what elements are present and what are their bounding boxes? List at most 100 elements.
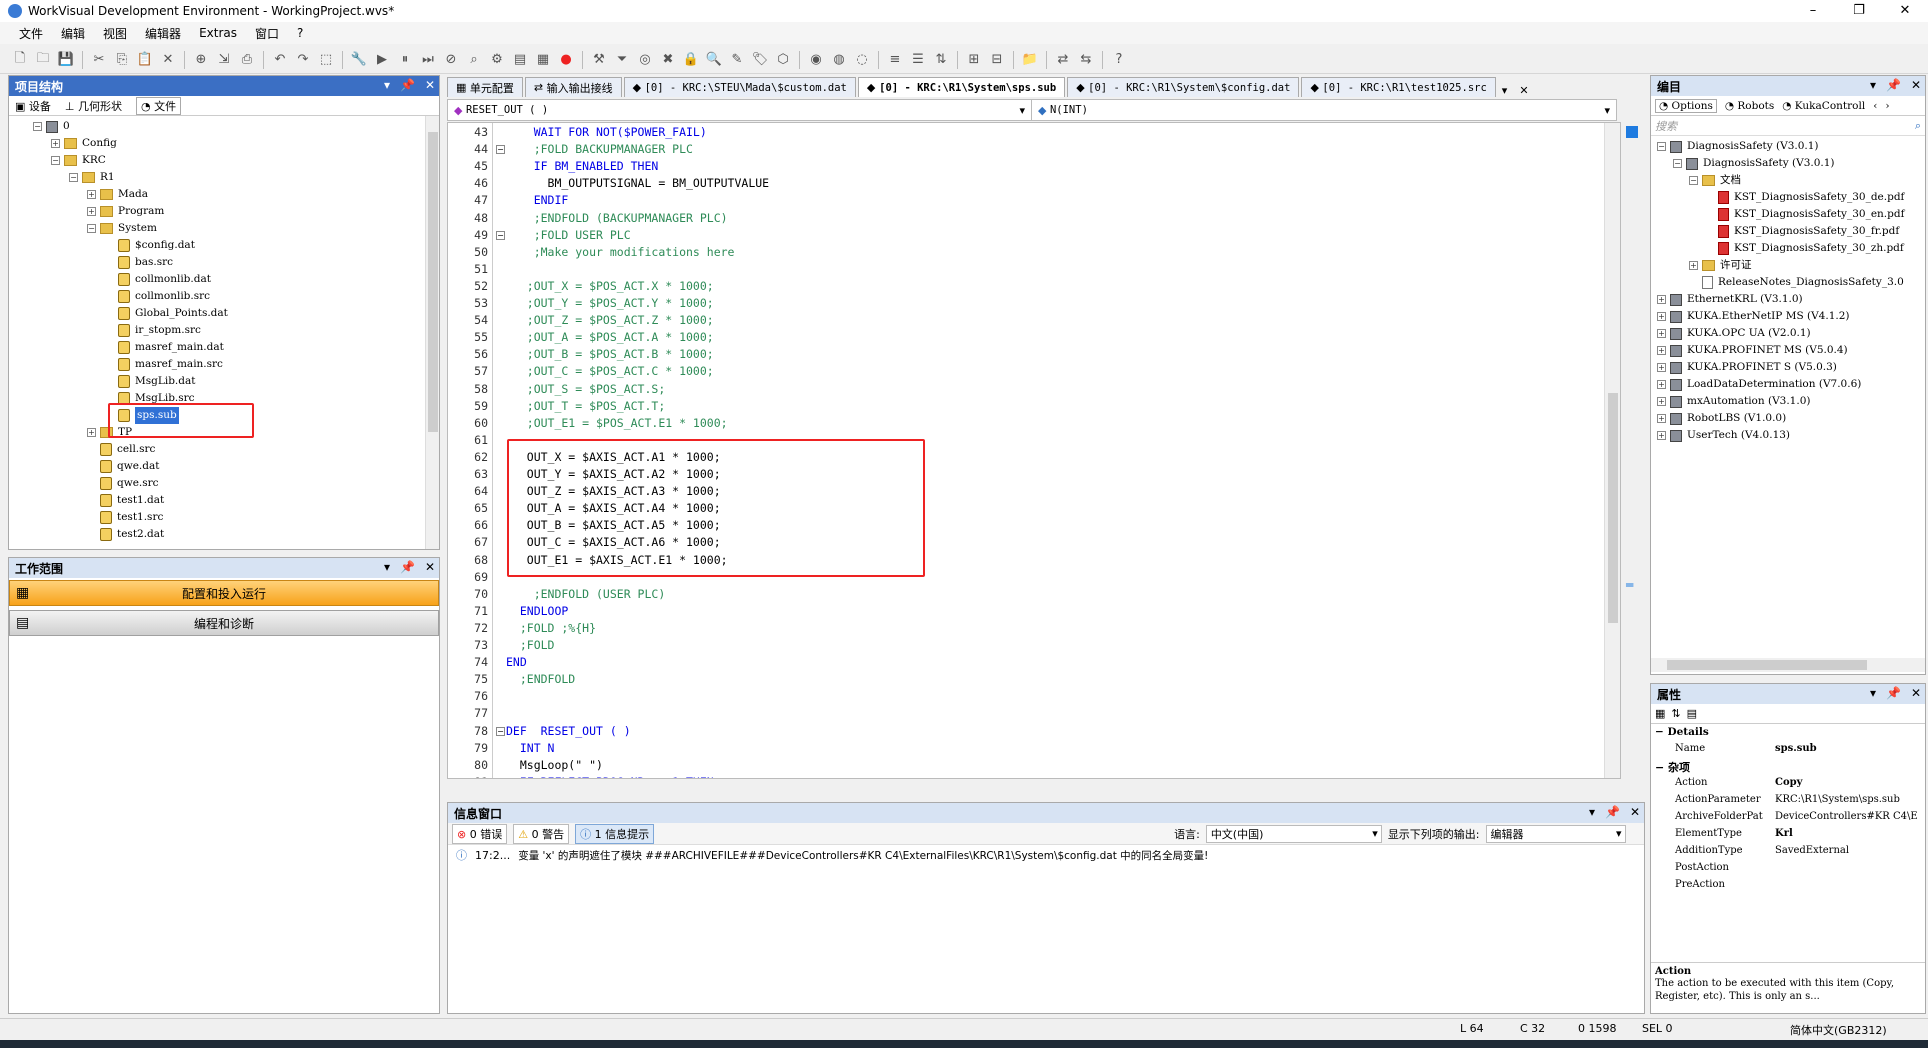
menu-file[interactable]: 文件 xyxy=(19,25,43,42)
tab-kukacontrol[interactable]: ◔ KukaControll xyxy=(1782,100,1865,112)
tab-io-wiring[interactable]: ⇄ 输入输出接线 xyxy=(524,77,622,97)
tab-devices[interactable]: ▣ 设备 xyxy=(15,98,51,114)
catalog-item[interactable]: + KUKA.PROFINET S (V5.0.3) xyxy=(1657,359,1837,376)
expand-icon[interactable]: + xyxy=(1657,397,1666,406)
expand-icon[interactable]: + xyxy=(1657,431,1666,440)
project-icon[interactable]: 📁 xyxy=(1020,50,1040,70)
lock-icon[interactable]: 🔒 xyxy=(681,50,701,70)
collapse-icon[interactable]: − xyxy=(1689,176,1698,185)
dropdown-icon[interactable]: ▾ xyxy=(384,78,390,92)
tree-item[interactable]: bas.src xyxy=(105,254,173,271)
catalog-item[interactable]: − DiagnosisSafety (V3.0.1) xyxy=(1673,155,1835,172)
tree-item[interactable]: − System xyxy=(87,220,157,237)
alphabetical-icon[interactable]: ⇅ xyxy=(1671,707,1680,720)
expand-icon[interactable]: + xyxy=(1657,414,1666,423)
tree-item[interactable]: $config.dat xyxy=(105,237,195,254)
tab-list-icon[interactable]: ▾ xyxy=(1502,84,1508,97)
pin-icon[interactable]: 📌 xyxy=(400,560,415,574)
prop-value[interactable]: DeviceControllers#KR C4\E xyxy=(1775,811,1923,822)
menu-view[interactable]: 视图 xyxy=(103,25,127,42)
record-icon[interactable]: ● xyxy=(556,50,576,70)
tree-item[interactable]: + Config xyxy=(51,135,117,152)
collapse-icon[interactable]: − xyxy=(1673,159,1682,168)
catalog-item[interactable]: + KUKA.OPC UA (V2.0.1) xyxy=(1657,325,1811,342)
pause-icon[interactable]: ⏸ xyxy=(395,50,415,70)
pin-icon[interactable]: 📌 xyxy=(1886,78,1901,92)
save-icon[interactable]: 💾 xyxy=(56,50,76,70)
categorized-icon[interactable]: ▦ xyxy=(1655,707,1665,720)
tab-options[interactable]: ◔ Options xyxy=(1655,98,1717,113)
doc-edit-icon[interactable]: ▦ xyxy=(533,50,553,70)
import-icon[interactable]: ⇲ xyxy=(214,50,234,70)
dropdown-icon[interactable]: ▾ xyxy=(1870,686,1876,700)
catalog-item[interactable]: KST_DiagnosisSafety_30_en.pdf xyxy=(1705,206,1904,223)
catalog-item[interactable]: + mxAutomation (V3.1.0) xyxy=(1657,393,1810,410)
menu-editor[interactable]: 编辑器 xyxy=(145,25,181,42)
tab-close-icon[interactable]: ✕ xyxy=(1519,84,1528,97)
prop-value[interactable]: SavedExternal xyxy=(1775,845,1923,856)
tree-item[interactable]: qwe.dat xyxy=(87,458,159,475)
catalog-item[interactable]: + RobotLBS (V1.0.0) xyxy=(1657,410,1786,427)
close-icon[interactable]: ✕ xyxy=(1911,78,1921,92)
tree-item[interactable]: − R1 xyxy=(69,169,115,186)
tab-config-dat[interactable]: ◆ [0] - KRC:\R1\System\$config.dat xyxy=(1067,77,1300,97)
circle1-icon[interactable]: ◉ xyxy=(806,50,826,70)
dropdown-icon[interactable]: ▾ xyxy=(384,560,390,574)
menu-extras[interactable]: Extras xyxy=(199,26,237,40)
catalog-item[interactable]: − DiagnosisSafety (V3.0.1) xyxy=(1657,138,1819,155)
tab-custom-dat[interactable]: ◆ [0] - KRC:\STEU\Mada\$custom.dat xyxy=(623,77,856,97)
catalog-item[interactable]: ReleaseNotes_DiagnosisSafety_3.0 xyxy=(1689,274,1904,291)
circle2-icon[interactable]: ◍ xyxy=(829,50,849,70)
property-pages-icon[interactable]: ▤ xyxy=(1687,707,1697,720)
message-row[interactable]: ⓘ 17:2... 变量 'x' 的声明遮住了模块 ###ARCHIVEFILE… xyxy=(448,845,1644,865)
search-icon[interactable]: ⌕ xyxy=(464,50,484,70)
zoom-icon[interactable]: 🔍 xyxy=(704,50,724,70)
catalog-item[interactable]: + KUKA.PROFINET MS (V5.0.4) xyxy=(1657,342,1848,359)
tree-item[interactable]: MsgLib.dat xyxy=(105,373,195,390)
dropdown-icon[interactable]: ▾ xyxy=(1870,78,1876,92)
catalog-item[interactable]: + 许可证 xyxy=(1689,257,1752,274)
programming-diagnosis-button[interactable]: ▤ 编程和诊断 xyxy=(9,610,439,636)
catalog-item[interactable]: − 文档 xyxy=(1689,172,1741,189)
tree-item[interactable]: −0 xyxy=(33,118,70,135)
wrench-icon[interactable]: 🔧 xyxy=(349,50,369,70)
collapse-icon[interactable]: − xyxy=(33,122,42,131)
expand-icon[interactable]: + xyxy=(1657,312,1666,321)
tree-item[interactable]: + Mada xyxy=(87,186,148,203)
menu-edit[interactable]: 编辑 xyxy=(61,25,85,42)
tag-icon[interactable]: 🏷 xyxy=(750,50,770,70)
deploy-icon[interactable]: ⇄ xyxy=(1053,50,1073,70)
help-icon[interactable]: ? xyxy=(1109,50,1129,70)
box-icon[interactable]: ⬡ xyxy=(773,50,793,70)
catalog-item[interactable]: + LoadDataDetermination (V7.0.6) xyxy=(1657,376,1861,393)
tree-item[interactable]: − KRC xyxy=(51,152,106,169)
close-button[interactable]: ✕ xyxy=(1882,0,1928,22)
close-icon[interactable]: ✕ xyxy=(425,78,435,92)
tree-item[interactable]: masref_main.dat xyxy=(105,339,224,356)
maximize-button[interactable]: ❐ xyxy=(1836,0,1882,22)
tree-item[interactable]: test2.dat xyxy=(87,526,164,543)
align-left-icon[interactable]: ≡ xyxy=(885,50,905,70)
collapse-icon[interactable]: − xyxy=(69,173,78,182)
tab-next-icon[interactable]: › xyxy=(1885,100,1889,112)
tree-item[interactable]: collmonlib.src xyxy=(105,288,210,305)
collapse-icon[interactable]: ⊟ xyxy=(987,50,1007,70)
tree-item[interactable]: test1.dat xyxy=(87,492,164,509)
add-icon[interactable]: ⊕ xyxy=(191,50,211,70)
fold-icon[interactable]: − xyxy=(496,726,505,736)
expand-icon[interactable]: + xyxy=(87,207,96,216)
config-commissioning-button[interactable]: ▦ 配置和投入运行 xyxy=(9,580,439,606)
undo-icon[interactable]: ↶ xyxy=(270,50,290,70)
expand-icon[interactable]: + xyxy=(1657,380,1666,389)
robot-icon[interactable]: ⚒ xyxy=(589,50,609,70)
redo-icon[interactable]: ↷ xyxy=(293,50,313,70)
expand-icon[interactable]: + xyxy=(1657,329,1666,338)
expand-icon[interactable]: + xyxy=(87,190,96,199)
play-icon[interactable]: ▶ xyxy=(372,50,392,70)
catalog-item[interactable]: + KUKA.EtherNetIP MS (V4.1.2) xyxy=(1657,308,1849,325)
open-icon[interactable]: 🗀 xyxy=(33,50,53,70)
variable-dropdown[interactable]: ◆ N(INT) ▾ xyxy=(1032,100,1616,120)
export-icon[interactable]: ⬚ xyxy=(316,50,336,70)
output-source-select[interactable]: 编辑器 ▾ xyxy=(1485,824,1626,843)
prop-value[interactable]: KRC:\R1\System\sps.sub xyxy=(1775,794,1923,805)
